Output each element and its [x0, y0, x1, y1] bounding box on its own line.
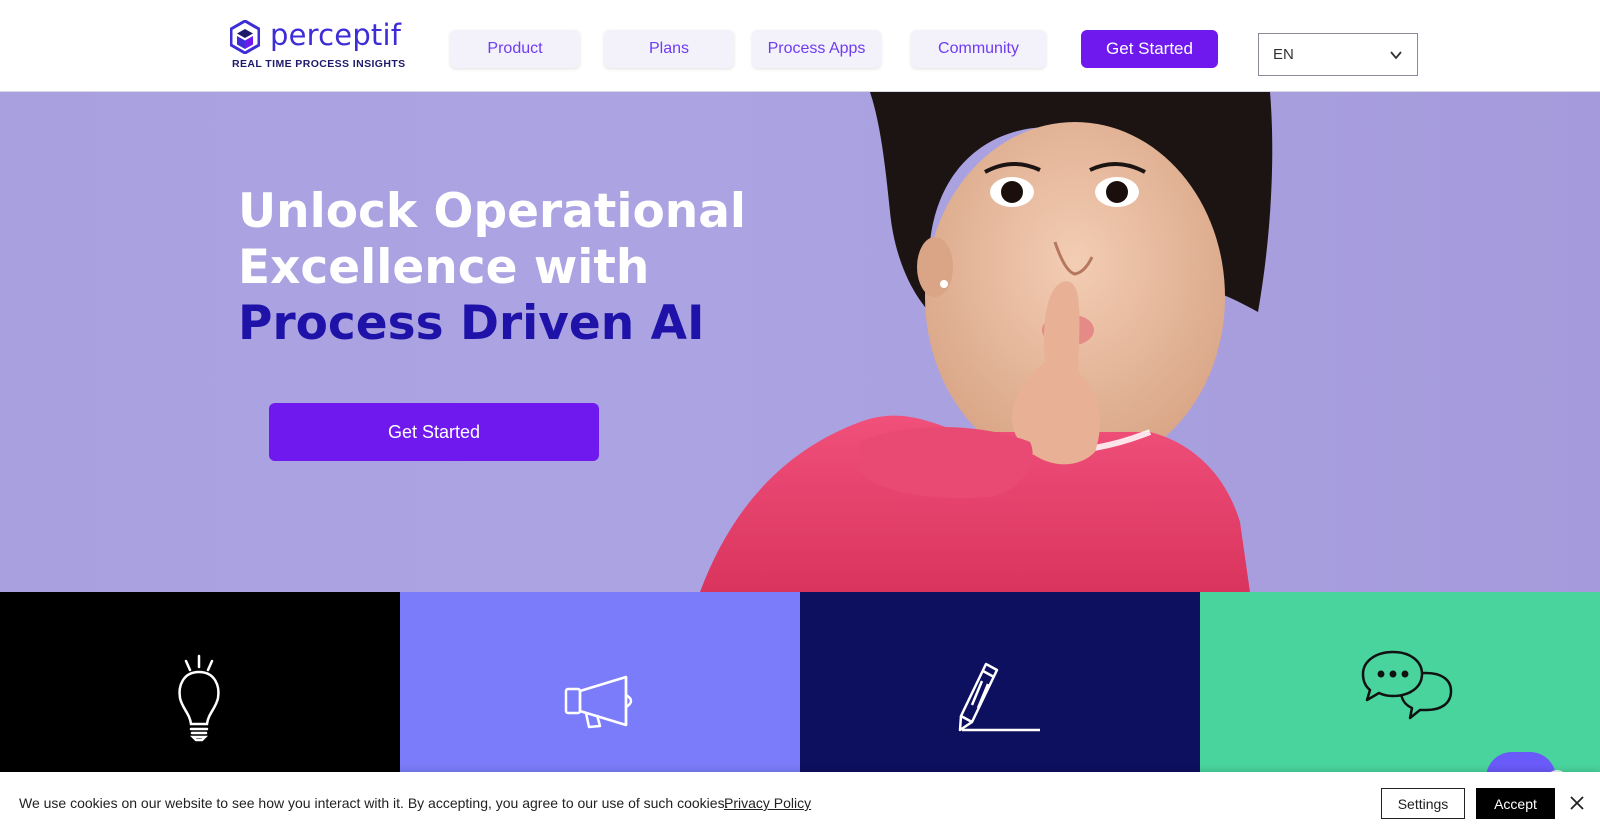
hero-title-line-1: Unlock Operational — [238, 184, 747, 239]
brand-name: perceptif — [270, 18, 402, 52]
nav-product[interactable]: Product — [450, 30, 580, 68]
hero-title-line-3: Process Driven AI — [238, 296, 705, 351]
hero-get-started-button[interactable]: Get Started — [269, 403, 599, 461]
cookie-accept-button[interactable]: Accept — [1476, 788, 1555, 819]
nav-process-apps[interactable]: Process Apps — [752, 30, 881, 68]
feature-tile-conversation — [1200, 592, 1600, 772]
feature-tile-ideas — [0, 592, 400, 772]
language-selected: EN — [1273, 46, 1294, 63]
pencil-icon — [958, 662, 1040, 732]
close-icon[interactable] — [1568, 794, 1586, 812]
brand-logo[interactable]: perceptif REAL TIME PROCESS INSIGHTS — [230, 18, 410, 72]
header-get-started-button[interactable]: Get Started — [1081, 30, 1218, 68]
cookie-settings-button[interactable]: Settings — [1381, 788, 1465, 819]
megaphone-icon — [564, 675, 633, 729]
nav-plans[interactable]: Plans — [604, 30, 734, 68]
hero-title-line-2: Excellence with — [238, 240, 650, 295]
hero-title: Unlock Operational Excellence with Proce… — [238, 184, 838, 352]
brand-tagline: REAL TIME PROCESS INSIGHTS — [232, 58, 406, 70]
lightbulb-icon — [178, 654, 220, 742]
hero-section: Unlock Operational Excellence with Proce… — [0, 92, 1600, 592]
cookie-message: We use cookies on our website to see how… — [19, 795, 729, 811]
chevron-down-icon — [1390, 51, 1402, 60]
perceptif-logo-icon — [230, 20, 260, 54]
privacy-policy-link[interactable]: Privacy Policy — [724, 795, 811, 811]
cookie-banner: We use cookies on our website to see how… — [0, 772, 1600, 834]
nav-community[interactable]: Community — [911, 30, 1046, 68]
feature-tile-writing — [800, 592, 1200, 772]
feature-tile-announcements — [400, 592, 800, 772]
site-header: perceptif REAL TIME PROCESS INSIGHTS Pro… — [0, 0, 1600, 92]
chat-bubbles-icon — [1361, 650, 1453, 720]
language-selector[interactable]: EN — [1258, 33, 1418, 76]
